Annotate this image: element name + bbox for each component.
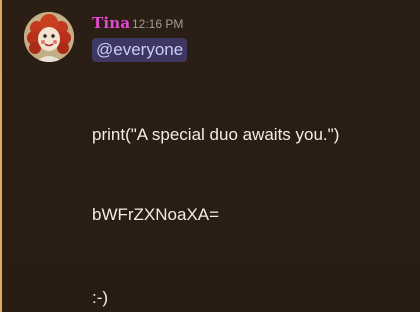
message-line-1: print("A special duo awaits you.") <box>92 125 340 144</box>
chat-message: Tina 12:16 PM @everyone print("A special… <box>0 0 420 312</box>
message-timestamp: 12:16 PM <box>132 17 184 31</box>
message-line-2: bWFrZXNoaXA= <box>92 205 220 224</box>
mention-highlight-bar <box>0 0 2 312</box>
message-line-3: :-) <box>92 288 109 307</box>
avatar[interactable] <box>24 12 74 62</box>
everyone-mention[interactable]: @everyone <box>92 38 188 62</box>
author-name[interactable]: Tina <box>92 14 130 32</box>
rag-doll-avatar-icon <box>24 12 74 62</box>
